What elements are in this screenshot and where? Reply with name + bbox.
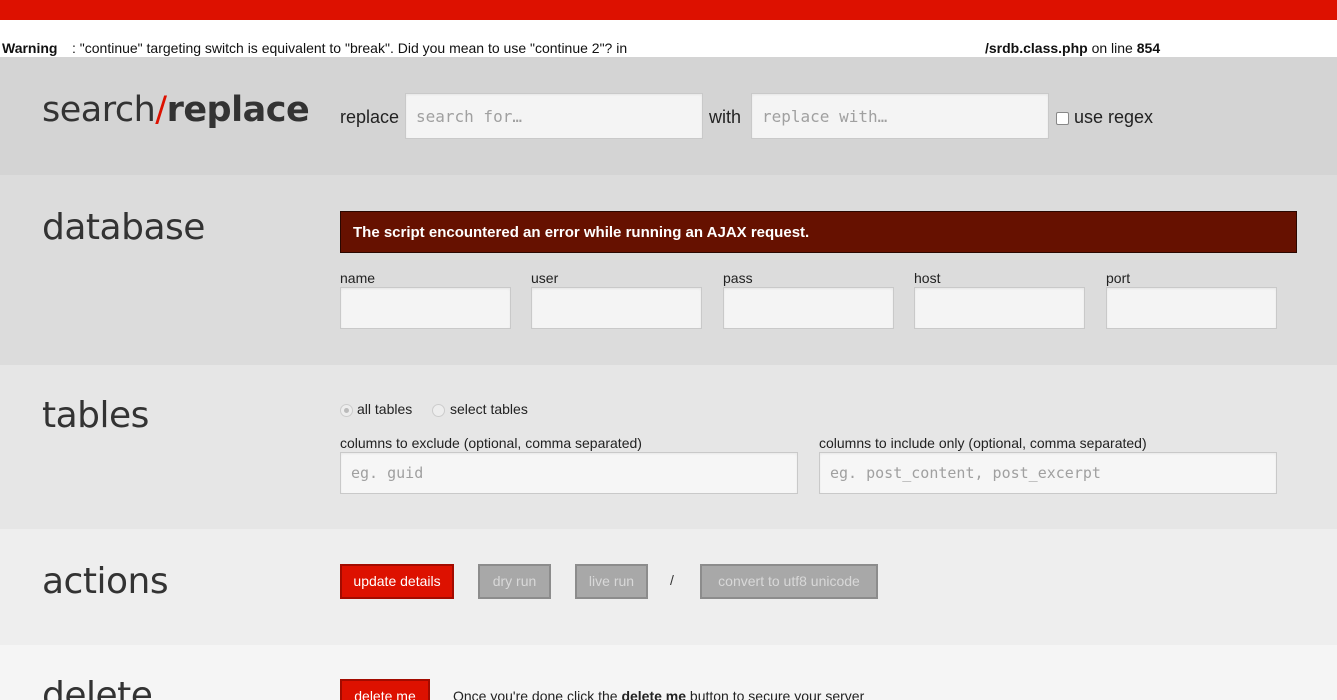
db-user-label: user — [531, 270, 559, 286]
ajax-error-message: The script encountered an error while ru… — [340, 211, 1297, 253]
with-label: with — [709, 107, 742, 127]
php-warning: Warning : "continue" targeting switch is… — [0, 20, 1337, 57]
logo-slash: / — [155, 90, 167, 130]
delete-text-after: button to secure your server — [686, 688, 865, 700]
db-pass-label: pass — [723, 270, 753, 286]
actions-separator: / — [670, 572, 674, 588]
warning-on-line: on line — [1087, 40, 1137, 56]
delete-instructions: Once you're done click the delete me but… — [453, 688, 864, 700]
db-port-label: port — [1106, 270, 1131, 286]
actions-section: actions update details dry run live run … — [0, 529, 1337, 645]
warning-label: Warning — [2, 40, 58, 56]
dry-run-button[interactable]: dry run — [478, 564, 551, 599]
db-host-label: host — [914, 270, 941, 286]
delete-title: delete — [42, 675, 153, 700]
db-user-input[interactable] — [531, 287, 702, 329]
include-columns-input[interactable] — [819, 452, 1277, 494]
delete-text-before: Once you're done click the — [453, 688, 622, 700]
tables-title: tables — [42, 395, 149, 436]
top-red-bar — [0, 0, 1337, 20]
select-tables-label: select tables — [450, 401, 528, 417]
app-logo: search/replace — [42, 90, 310, 130]
actions-title: actions — [42, 561, 169, 602]
tables-section: tables all tables select tables columns … — [0, 365, 1337, 529]
search-for-input[interactable] — [405, 93, 703, 139]
delete-section: delete delete me Once you're done click … — [0, 645, 1337, 700]
include-columns-label: columns to include only (optional, comma… — [819, 435, 1147, 451]
database-section: database The script encountered an error… — [0, 175, 1337, 365]
warning-location: /srdb.class.php on line 854 — [985, 40, 1160, 56]
db-name-label: name — [340, 270, 376, 286]
select-tables-radio[interactable] — [432, 404, 445, 417]
exclude-columns-input[interactable] — [340, 452, 798, 494]
db-pass-input[interactable] — [723, 287, 894, 329]
db-name-input[interactable] — [340, 287, 511, 329]
db-host-input[interactable] — [914, 287, 1085, 329]
warning-file: /srdb.class.php — [985, 40, 1088, 56]
use-regex-label: use regex — [1074, 107, 1154, 127]
delete-me-button[interactable]: delete me — [340, 679, 430, 700]
use-regex-checkbox[interactable] — [1056, 112, 1069, 125]
exclude-columns-label: columns to exclude (optional, comma sepa… — [340, 435, 642, 451]
warning-line-number: 854 — [1136, 40, 1161, 56]
all-tables-radio[interactable] — [340, 404, 353, 417]
database-title: database — [42, 207, 205, 248]
logo-replace-text: replace — [166, 90, 310, 130]
logo-search-text: search — [42, 90, 156, 130]
all-tables-label: all tables — [357, 401, 413, 417]
live-run-button[interactable]: live run — [575, 564, 648, 599]
replace-with-input[interactable] — [751, 93, 1049, 139]
warning-message: : "continue" targeting switch is equival… — [72, 40, 628, 56]
convert-utf8-button[interactable]: convert to utf8 unicode — [700, 564, 878, 599]
search-replace-section: search/replace replace with use regex — [0, 57, 1337, 175]
update-details-button[interactable]: update details — [340, 564, 454, 599]
replace-label: replace — [340, 107, 400, 127]
delete-text-bold: delete me — [621, 688, 687, 700]
db-port-input[interactable] — [1106, 287, 1277, 329]
